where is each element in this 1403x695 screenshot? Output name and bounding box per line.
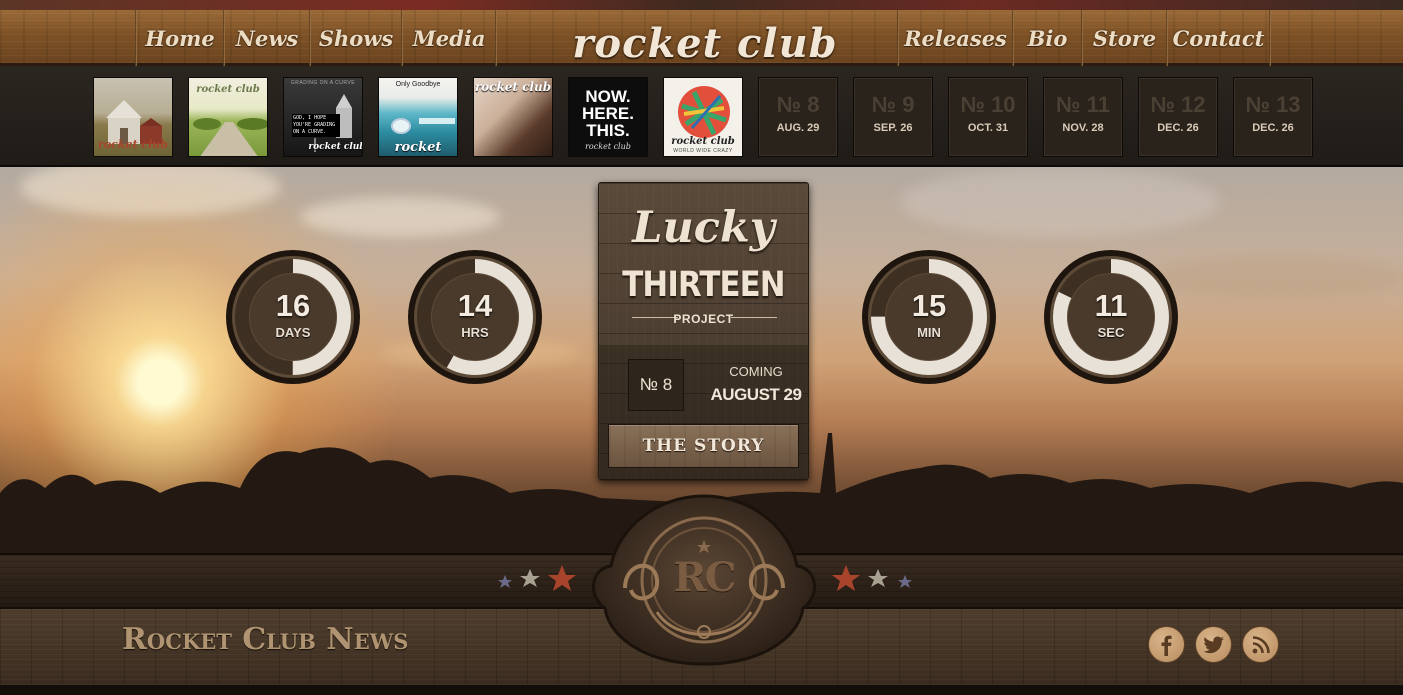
release-number: № 10: [960, 92, 1016, 117]
feature-lucky: Lucky: [632, 203, 775, 253]
countdown-text: 16 DAYS: [224, 248, 362, 386]
release-date: DEC. 26: [1252, 122, 1294, 134]
rss-icon: [1252, 635, 1270, 653]
rss-button[interactable]: [1242, 626, 1279, 663]
cloud-decor: [20, 167, 280, 217]
countdown-hours: 14 HRS: [406, 248, 544, 386]
release-cover-world-wide-crazy[interactable]: rocket club WORLD WIDE CRAZY: [663, 77, 743, 157]
cover-caption: rocket club: [474, 80, 552, 94]
bottom-edge: [0, 685, 1403, 695]
countdown-text: 14 HRS: [406, 248, 544, 386]
feature-project: PROJECT: [673, 312, 734, 326]
star-icon: [520, 569, 540, 587]
release-cover-sign[interactable]: GRADING ON A CURVE GOD, I HOPE YOU'RE GR…: [283, 77, 363, 157]
release-number: № 9: [871, 92, 915, 117]
nav-contact[interactable]: Contact: [1168, 10, 1269, 66]
cover-caption: rocket club: [98, 138, 168, 151]
upcoming-release-9[interactable]: № 9 SEP. 26: [853, 77, 933, 157]
nav-home[interactable]: Home: [137, 10, 223, 66]
emblem-initials: RC: [673, 554, 736, 601]
cover-title-line: HERE.: [582, 104, 634, 123]
release-strip: rocket club rocket club GRADING ON A CUR…: [0, 66, 1403, 167]
cover-sign-text: GOD, I HOPE YOU'RE GRADING ON A CURVE.: [292, 114, 340, 137]
release-cover-barn[interactable]: rocket club: [93, 77, 173, 157]
release-date: DEC. 26: [1157, 122, 1199, 134]
feature-date: AUGUST 29: [710, 385, 802, 404]
upcoming-release-10[interactable]: № 10 OCT. 31: [948, 77, 1028, 157]
nav-releases[interactable]: Releases: [899, 10, 1012, 66]
cover-caption: rocket club: [585, 142, 631, 151]
release-date: AUG. 29: [776, 122, 820, 134]
cover-title-line: THIS.: [586, 121, 630, 140]
cover-title: NOW. HERE. THIS.: [569, 88, 647, 139]
facebook-button[interactable]: [1148, 626, 1185, 663]
release-number: № 12: [1150, 92, 1206, 117]
release-date: SEP. 26: [873, 122, 913, 134]
cover-title-line: NOW.: [585, 87, 631, 106]
release-cover-road[interactable]: rocket club: [188, 77, 268, 157]
nav-shows[interactable]: Shows: [311, 10, 401, 66]
cover-caption: rocket club: [671, 136, 735, 147]
release-cover-now-here-this[interactable]: NOW. HERE. THIS. rocket club: [568, 77, 648, 157]
upcoming-release-11[interactable]: № 11 NOV. 28: [1043, 77, 1123, 157]
countdown-unit: DAYS: [275, 325, 311, 340]
feature-coming: COMING: [729, 364, 783, 379]
countdown-unit: HRS: [461, 325, 489, 340]
countdown-unit: MIN: [917, 325, 941, 340]
rc-emblem[interactable]: RC: [585, 492, 823, 668]
star-icon: [498, 575, 512, 588]
cover-caption: rocket club: [308, 142, 363, 152]
nav-news[interactable]: News: [225, 10, 309, 66]
countdown-seconds: 11 SEC: [1042, 248, 1180, 386]
news-heading: Rocket Club News: [122, 622, 409, 657]
top-decor-strip: [0, 0, 1403, 10]
release-date: OCT. 31: [967, 122, 1009, 134]
countdown-value: 14: [457, 288, 493, 323]
nav-divider: [1269, 10, 1271, 66]
star-icon: [868, 569, 888, 587]
release-date: NOV. 28: [1062, 122, 1104, 134]
countdown-value: 16: [275, 288, 311, 323]
release-cover-hair[interactable]: rocket club: [473, 77, 553, 157]
cover-caption: rocket club: [196, 84, 260, 95]
facebook-icon: [1161, 635, 1172, 656]
nav-divider: [495, 10, 497, 66]
star-icon: [548, 565, 576, 591]
countdown-unit: SEC: [1097, 325, 1125, 340]
twitter-button[interactable]: [1195, 626, 1232, 663]
countdown-text: 15 MIN: [860, 248, 998, 386]
upcoming-release-13[interactable]: № 13 DEC. 26: [1233, 77, 1313, 157]
countdown-value: 15: [911, 288, 947, 323]
release-number: № 11: [1056, 92, 1110, 117]
upcoming-release-8[interactable]: № 8 AUG. 29: [758, 77, 838, 157]
cloud-decor: [300, 197, 500, 237]
countdown-text: 11 SEC: [1042, 248, 1180, 386]
twitter-icon: [1202, 636, 1224, 653]
cover-subtitle: WORLD WIDE CRAZY: [673, 148, 733, 154]
feature-number-badge: № 8: [628, 359, 684, 411]
countdown-minutes: 15 MIN: [860, 248, 998, 386]
nav-store[interactable]: Store: [1083, 10, 1166, 66]
upcoming-release-12[interactable]: № 12 DEC. 26: [1138, 77, 1218, 157]
site-logo[interactable]: rocket club: [560, 18, 850, 68]
countdown-value: 11: [1094, 288, 1128, 323]
feature-card: Lucky THIRTEEN PROJECT № 8 COMING AUGUST…: [598, 182, 809, 481]
feature-thirteen: THIRTEEN: [622, 265, 785, 305]
cloud-decor: [900, 167, 1220, 237]
cover-caption: rocket club: [394, 140, 442, 156]
nav-bio[interactable]: Bio: [1014, 10, 1081, 66]
release-cover-car[interactable]: Only Goodbye rocket club: [378, 77, 458, 157]
the-story-button[interactable]: THE STORY: [608, 424, 799, 468]
star-icon: [832, 565, 860, 591]
main-nav: Home News Shows Media rocket club Releas…: [0, 10, 1403, 68]
star-icon: [898, 575, 912, 588]
release-number: № 13: [1245, 92, 1301, 117]
nav-media[interactable]: Media: [403, 10, 495, 66]
release-number: № 8: [776, 92, 820, 117]
countdown-days: 16 DAYS: [224, 248, 362, 386]
cloud-decor: [1150, 257, 1403, 297]
